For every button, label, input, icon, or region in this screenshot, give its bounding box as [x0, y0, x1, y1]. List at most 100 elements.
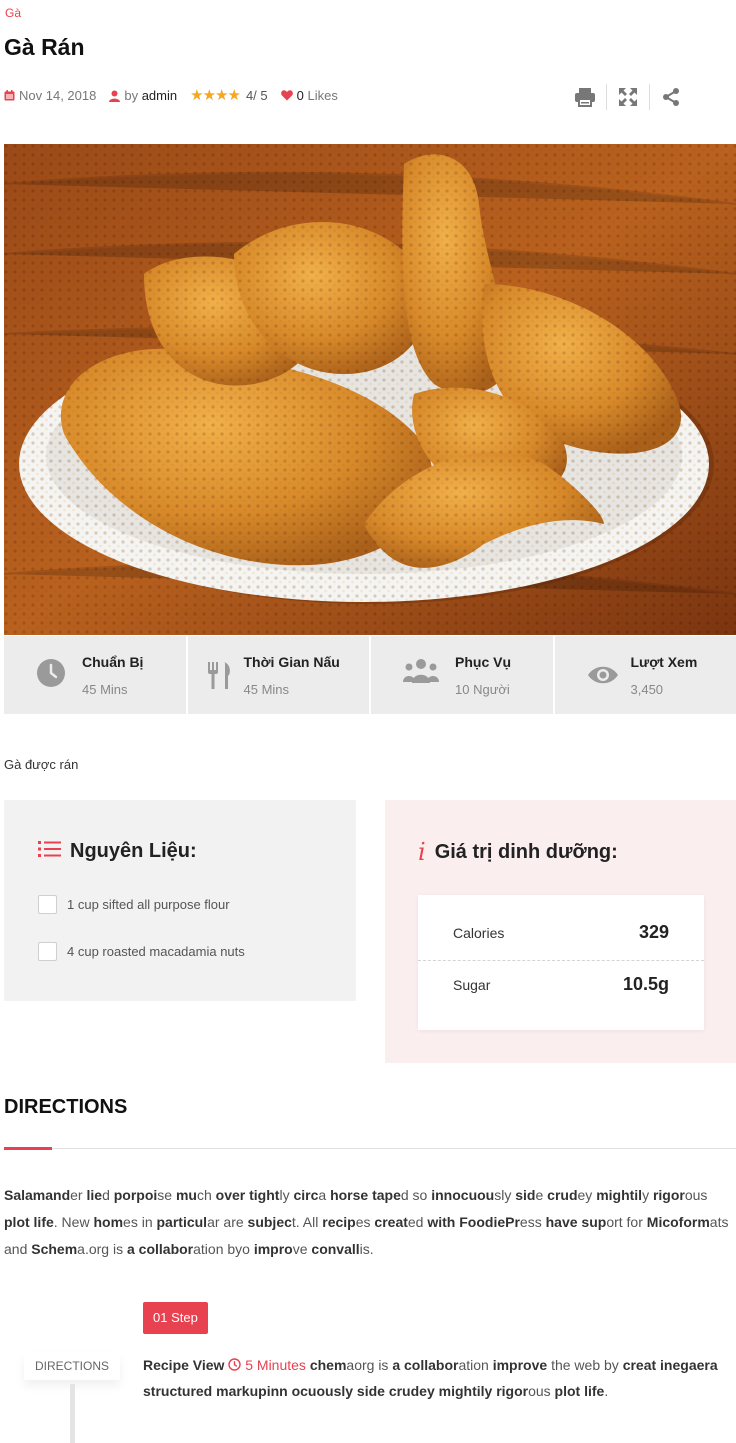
share-icon[interactable] — [656, 82, 686, 112]
directions-intro-text: Salamander lied porpoise much over tight… — [4, 1182, 732, 1263]
text-run: impro — [253, 1241, 293, 1257]
directions-accent-bar — [4, 1147, 52, 1150]
nutrition-panel: i Giá trị dinh dưỡng: Calories 329 Sugar… — [385, 800, 736, 1063]
star-icon[interactable]: ★ — [227, 88, 240, 103]
heart-icon[interactable] — [280, 90, 293, 101]
toolbar-divider — [649, 84, 650, 110]
text-run: rigor — [496, 1383, 529, 1399]
text-run: ve — [292, 1241, 312, 1257]
text-run: rigor — [652, 1187, 685, 1203]
clock-icon — [228, 1357, 242, 1373]
rating-stars[interactable]: ★ ★ ★ ★ — [190, 88, 241, 103]
calendar-icon — [4, 90, 15, 101]
directions-divider — [4, 1148, 736, 1149]
toolbar-divider — [606, 84, 607, 110]
nutrition-card: Calories 329 Sugar 10.5g — [418, 895, 704, 1030]
text-run: sly — [494, 1187, 516, 1203]
rating-max: / 5 — [253, 88, 268, 103]
stat-cook-time: Thời Gian Nấu 45 Mins — [187, 636, 369, 714]
stat-prep-time: Chuẩn Bị 45 Mins — [4, 636, 186, 714]
ingredients-title: Nguyên Liệu: — [70, 840, 197, 862]
stat-value: 10 Người — [455, 682, 510, 697]
step-time-text: 5 Minutes — [245, 1357, 306, 1373]
step-text: Recipe View 5 Minutes chemaorg is a coll… — [143, 1352, 728, 1404]
nutrition-title: Giá trị dinh dưỡng: — [434, 840, 618, 863]
text-run: d so — [400, 1187, 432, 1203]
text-run: ous — [684, 1187, 708, 1203]
text-run: subjec — [247, 1214, 292, 1230]
text-run: . — [604, 1383, 609, 1399]
author-name[interactable]: admin — [142, 88, 177, 103]
step-prefix: Recipe View — [143, 1357, 225, 1373]
text-run: ort for — [606, 1214, 647, 1230]
post-meta: Nov 14, 2018 by admin ★ ★ ★ ★ 4 / 5 0 Likes — [4, 88, 351, 103]
text-run: over tight — [215, 1187, 280, 1203]
rating-value: 4 — [245, 88, 254, 103]
print-icon[interactable] — [570, 82, 600, 112]
text-run: improve — [492, 1357, 548, 1373]
text-run: es in — [123, 1214, 157, 1230]
nutrition-header: i Giá trị dinh dưỡng: — [418, 840, 618, 864]
stat-label: Lượt Xem — [630, 654, 698, 670]
text-run: y — [642, 1187, 653, 1203]
star-icon[interactable]: ★ — [203, 88, 216, 103]
post-date-text: Nov 14, 2018 — [19, 88, 97, 103]
stat-value: 45 Mins — [243, 682, 290, 697]
post-rating[interactable]: ★ ★ ★ ★ 4 / 5 — [190, 88, 268, 103]
stat-value: 45 Mins — [82, 682, 128, 697]
ingredient-checkbox[interactable] — [38, 942, 57, 961]
text-run: is. — [359, 1241, 374, 1257]
text-run: . New — [53, 1214, 94, 1230]
cutlery-icon — [206, 660, 232, 695]
text-run: ess — [519, 1214, 546, 1230]
star-icon[interactable]: ★ — [215, 88, 228, 103]
post-likes[interactable]: 0 Likes — [280, 88, 338, 103]
ingredients-header: Nguyên Liệu: — [38, 840, 197, 863]
text-run: ous — [528, 1383, 555, 1399]
text-run: sup — [581, 1214, 607, 1230]
nutrition-value: 10.5g — [622, 974, 669, 994]
fullscreen-icon[interactable] — [613, 82, 643, 112]
ingredient-text: 4 cup roasted macadamia nuts — [67, 944, 245, 959]
text-run: the web by — [547, 1357, 623, 1373]
text-run: a — [318, 1187, 331, 1203]
text-run: plot life — [4, 1214, 54, 1230]
text-run: mu — [175, 1187, 197, 1203]
text-run: have — [545, 1214, 578, 1230]
text-run: convall — [311, 1241, 360, 1257]
text-run: porpoi — [113, 1187, 158, 1203]
post-author[interactable]: by admin — [109, 88, 177, 103]
likes-label: Likes — [307, 88, 338, 103]
text-run: innocuou — [431, 1187, 495, 1203]
text-run: aorg is — [346, 1357, 393, 1373]
text-run: se — [157, 1187, 176, 1203]
text-run: ly — [279, 1187, 294, 1203]
text-run: plot life — [554, 1383, 605, 1399]
text-run: Micoform — [646, 1214, 710, 1230]
text-run: a collabor — [126, 1241, 194, 1257]
ingredient-item[interactable]: 4 cup roasted macadamia nuts — [38, 942, 245, 961]
stat-label: Chuẩn Bị — [82, 654, 144, 670]
ingredient-item[interactable]: 1 cup sifted all purpose flour — [38, 895, 230, 914]
ingredient-checkbox[interactable] — [38, 895, 57, 914]
stat-servings: Phục Vụ 10 Người — [371, 636, 553, 714]
list-icon — [38, 840, 61, 863]
step-badge: 01 Step — [143, 1302, 208, 1334]
ingredients-panel: Nguyên Liệu: 1 cup sifted all purpose fl… — [4, 800, 356, 1001]
ingredient-text: 1 cup sifted all purpose flour — [67, 897, 230, 912]
text-run: er — [70, 1187, 87, 1203]
author-by-label: by — [124, 88, 139, 103]
people-icon — [403, 658, 439, 689]
post-category[interactable]: Gà — [5, 6, 21, 20]
text-run: ation byo — [193, 1241, 254, 1257]
step-time: 5 Minutes — [228, 1357, 309, 1373]
recipe-description: Gà được rán — [4, 757, 79, 772]
text-run: crud — [547, 1187, 578, 1203]
text-run: lie — [86, 1187, 103, 1203]
star-icon[interactable]: ★ — [190, 88, 203, 103]
text-run: t. All — [291, 1214, 323, 1230]
nutrition-value: 329 — [638, 922, 669, 942]
text-run: ar are — [207, 1214, 248, 1230]
text-run: d — [102, 1187, 114, 1203]
timeline-line — [70, 1384, 75, 1443]
